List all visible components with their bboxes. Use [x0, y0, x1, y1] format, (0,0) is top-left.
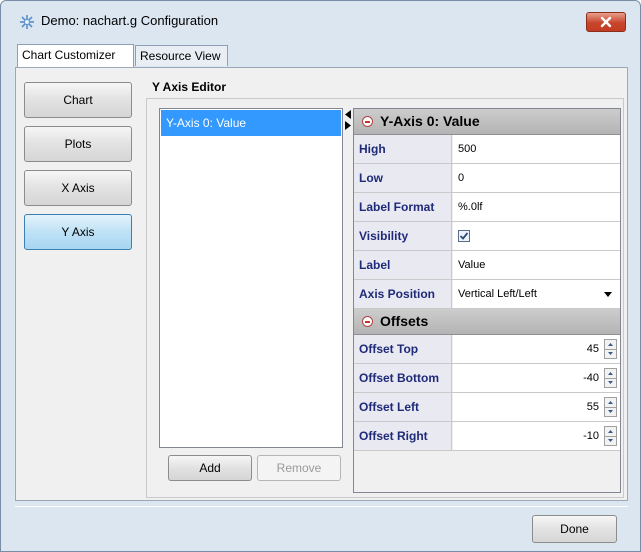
tab-label: Chart Customizer — [22, 48, 116, 62]
tab-label: Resource View — [140, 49, 221, 63]
property-name: Offset Bottom — [354, 364, 452, 392]
y-axis-editor-panel: Y-Axis 0: Value Add Remove Y-Axis 0: Val… — [146, 98, 624, 498]
visibility-cell — [453, 222, 620, 250]
property-name: Offset Right — [354, 422, 452, 450]
add-button-label: Add — [199, 461, 221, 475]
nav-label: Plots — [64, 137, 92, 151]
property-sheet: Y-Axis 0: Value High 500 Low 0 Label For… — [353, 108, 621, 493]
tab-chart-customizer[interactable]: Chart Customizer — [17, 44, 134, 67]
dropdown-arrow-icon — [604, 292, 612, 297]
spinner — [604, 368, 617, 388]
property-row-high: High 500 — [354, 135, 620, 164]
offset-bottom-spinner[interactable]: -40 — [453, 364, 620, 392]
property-name: High — [354, 135, 452, 163]
axis-list-item[interactable]: Y-Axis 0: Value — [161, 110, 341, 136]
axis-position-dropdown[interactable]: Vertical Left/Left — [453, 280, 620, 308]
property-name: Label — [354, 251, 452, 279]
nav-label: Y Axis — [61, 225, 95, 239]
nav-x-axis-button[interactable]: X Axis — [24, 170, 132, 206]
offset-left-value: 55 — [586, 401, 599, 413]
offsets-section-title: Offsets — [380, 313, 429, 329]
property-name: Visibility — [354, 222, 452, 250]
property-name: Axis Position — [354, 280, 452, 308]
configuration-window: Demo: nachart.g Configuration Chart Cust… — [0, 0, 641, 552]
axis-list-item-label: Y-Axis 0: Value — [166, 116, 247, 130]
axis-list[interactable]: Y-Axis 0: Value — [159, 108, 343, 448]
collapse-icon[interactable] — [362, 316, 373, 327]
editor-title: Y Axis Editor — [152, 80, 227, 94]
remove-button-label: Remove — [276, 461, 322, 475]
nav-label: Chart — [63, 93, 93, 107]
nav-y-axis-button[interactable]: Y Axis — [24, 214, 132, 250]
property-name: Offset Top — [354, 335, 452, 363]
spin-down-icon[interactable] — [605, 349, 616, 358]
property-row-visibility: Visibility — [354, 222, 620, 251]
low-value-field[interactable]: 0 — [453, 164, 620, 192]
property-row-offset-top: Offset Top 45 — [354, 335, 620, 364]
title-bar: Demo: nachart.g Configuration — [1, 1, 640, 41]
offset-top-value: 45 — [586, 343, 599, 355]
axis-section-header[interactable]: Y-Axis 0: Value — [354, 109, 620, 135]
property-row-label-format: Label Format %.0lf — [354, 193, 620, 222]
spinner — [604, 426, 617, 446]
property-row-low: Low 0 — [354, 164, 620, 193]
splitter-arrows-icon[interactable] — [344, 109, 352, 131]
offsets-section-header[interactable]: Offsets — [354, 309, 620, 335]
spin-down-icon[interactable] — [605, 378, 616, 387]
remove-button[interactable]: Remove — [257, 455, 341, 481]
checkmark-icon — [459, 232, 469, 240]
add-button[interactable]: Add — [168, 455, 252, 481]
app-icon — [20, 15, 34, 29]
property-name: Label Format — [354, 193, 452, 221]
spinner — [604, 339, 617, 359]
property-row-axis-position: Axis Position Vertical Left/Left — [354, 280, 620, 309]
axis-position-value: Vertical Left/Left — [458, 288, 537, 300]
property-row-label: Label Value — [354, 251, 620, 280]
nav-plots-button[interactable]: Plots — [24, 126, 132, 162]
offset-left-spinner[interactable]: 55 — [453, 393, 620, 421]
dialog-footer: Done — [15, 506, 628, 546]
close-icon — [600, 16, 612, 28]
nav-chart-button[interactable]: Chart — [24, 82, 132, 118]
done-button-label: Done — [560, 522, 589, 536]
property-row-offset-left: Offset Left 55 — [354, 393, 620, 422]
collapse-icon[interactable] — [362, 116, 373, 127]
spinner — [604, 397, 617, 417]
property-row-offset-bottom: Offset Bottom -40 — [354, 364, 620, 393]
property-row-offset-right: Offset Right -10 — [354, 422, 620, 451]
label-format-field[interactable]: %.0lf — [453, 193, 620, 221]
offset-top-spinner[interactable]: 45 — [453, 335, 620, 363]
visibility-checkbox[interactable] — [458, 230, 470, 242]
offset-bottom-value: -40 — [583, 372, 599, 384]
label-value-field[interactable]: Value — [453, 251, 620, 279]
close-button[interactable] — [586, 12, 626, 32]
footer-divider — [15, 506, 628, 507]
high-value-field[interactable]: 500 — [453, 135, 620, 163]
property-name: Low — [354, 164, 452, 192]
done-button[interactable]: Done — [532, 515, 617, 543]
axis-section-title: Y-Axis 0: Value — [380, 113, 480, 129]
window-title: Demo: nachart.g Configuration — [41, 13, 219, 28]
spin-down-icon[interactable] — [605, 436, 616, 445]
offset-right-value: -10 — [583, 430, 599, 442]
nav-label: X Axis — [61, 181, 95, 195]
tab-resource-view[interactable]: Resource View — [135, 45, 228, 66]
offset-right-spinner[interactable]: -10 — [453, 422, 620, 450]
chart-customizer-panel: Chart Plots X Axis Y Axis Y Axis Editor … — [15, 67, 628, 501]
property-name: Offset Left — [354, 393, 452, 421]
spin-down-icon[interactable] — [605, 407, 616, 416]
